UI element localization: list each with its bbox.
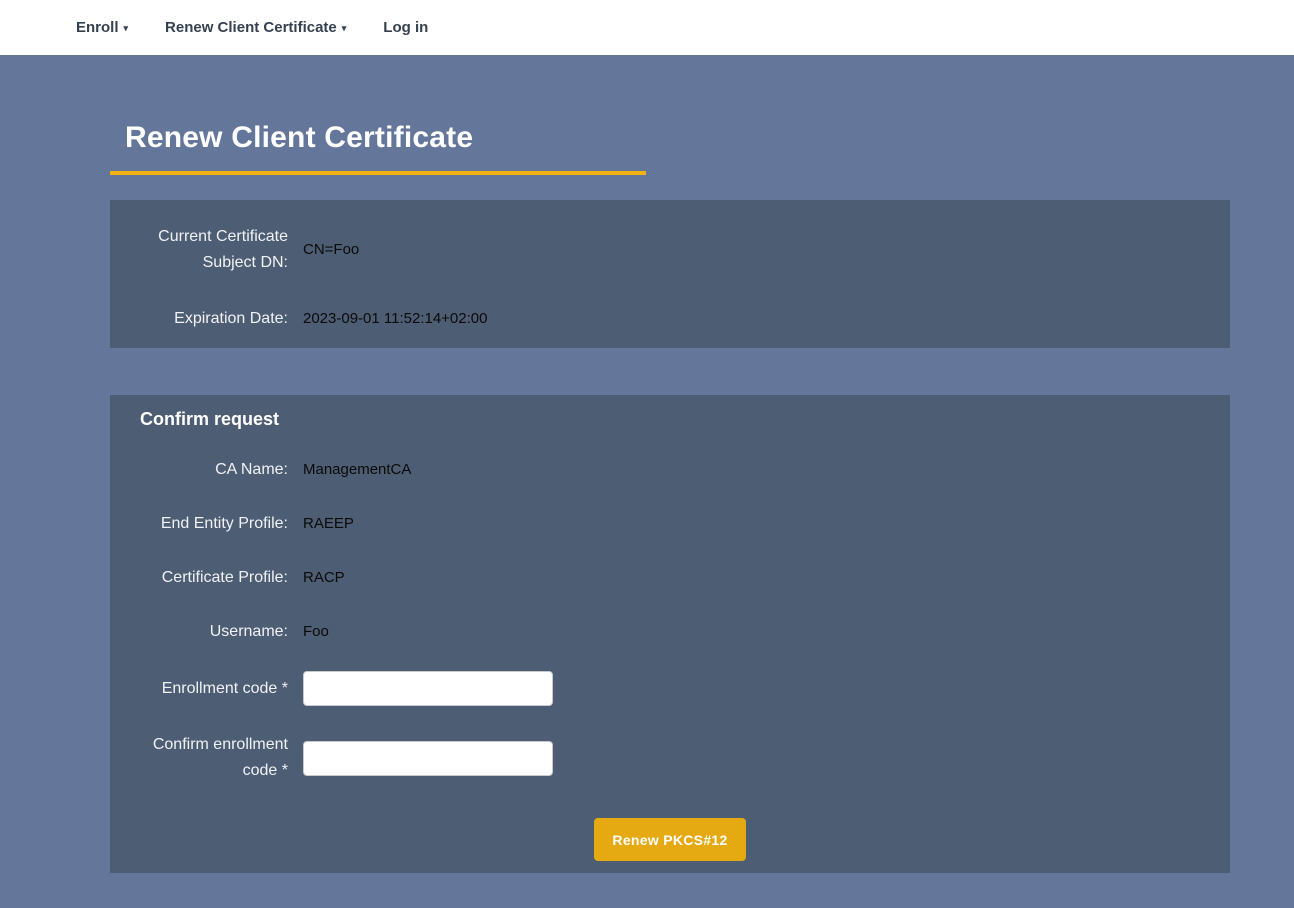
- renew-pkcs12-button[interactable]: Renew PKCS#12: [594, 818, 745, 861]
- confirm-request-heading: Confirm request: [140, 407, 1200, 431]
- subject-dn-label: Current Certificate Subject DN:: [140, 224, 288, 276]
- confirm-enrollment-code-input[interactable]: [303, 741, 553, 776]
- expiration-date-value: 2023-09-01 11:52:14+02:00: [303, 308, 1200, 330]
- info-row-expiration-date: Expiration Date: 2023-09-01 11:52:14+02:…: [140, 306, 1200, 332]
- enrollment-code-label: Enrollment code *: [140, 676, 288, 702]
- nav-item-enroll[interactable]: Enroll ▾: [76, 19, 128, 36]
- page-title: Renew Client Certificate: [110, 121, 646, 155]
- end-entity-profile-value: RAEEP: [303, 513, 1200, 535]
- row-end-entity-profile: End Entity Profile: RAEEP: [140, 511, 1200, 537]
- row-certificate-profile: Certificate Profile: RACP: [140, 565, 1200, 591]
- username-label: Username:: [140, 619, 288, 645]
- confirm-enrollment-code-label: Confirm enrollment code *: [140, 732, 288, 784]
- row-confirm-enrollment-code: Confirm enrollment code *: [140, 732, 1200, 784]
- info-row-subject-dn: Current Certificate Subject DN: CN=Foo: [140, 224, 1200, 276]
- chevron-down-icon: ▾: [124, 24, 129, 33]
- nav-item-renew-label: Renew Client Certificate: [165, 19, 337, 36]
- row-enrollment-code: Enrollment code *: [140, 671, 1200, 706]
- certificate-profile-value: RACP: [303, 567, 1200, 589]
- page-title-block: Renew Client Certificate: [110, 121, 646, 175]
- ca-name-label: CA Name:: [140, 457, 288, 483]
- button-row: Renew PKCS#12: [140, 818, 1200, 861]
- expiration-date-label: Expiration Date:: [140, 306, 288, 332]
- confirm-request-panel: Confirm request CA Name: ManagementCA En…: [110, 395, 1230, 873]
- row-ca-name: CA Name: ManagementCA: [140, 457, 1200, 483]
- certificate-info-panel: Current Certificate Subject DN: CN=Foo E…: [110, 200, 1230, 348]
- page-content: Renew Client Certificate Current Certifi…: [110, 121, 1230, 873]
- end-entity-profile-label: End Entity Profile:: [140, 511, 288, 537]
- top-navbar: Enroll ▾ Renew Client Certificate ▾ Log …: [0, 0, 1294, 55]
- nav-item-renew-client-certificate[interactable]: Renew Client Certificate ▾: [165, 19, 346, 36]
- username-value: Foo: [303, 621, 1200, 643]
- chevron-down-icon: ▾: [342, 24, 347, 33]
- subject-dn-value: CN=Foo: [303, 239, 1200, 261]
- nav-item-enroll-label: Enroll: [76, 19, 119, 36]
- row-username: Username: Foo: [140, 619, 1200, 645]
- nav-item-log-in[interactable]: Log in: [383, 19, 428, 36]
- certificate-profile-label: Certificate Profile:: [140, 565, 288, 591]
- enrollment-code-input[interactable]: [303, 671, 553, 706]
- ca-name-value: ManagementCA: [303, 459, 1200, 481]
- nav-item-login-label: Log in: [383, 19, 428, 36]
